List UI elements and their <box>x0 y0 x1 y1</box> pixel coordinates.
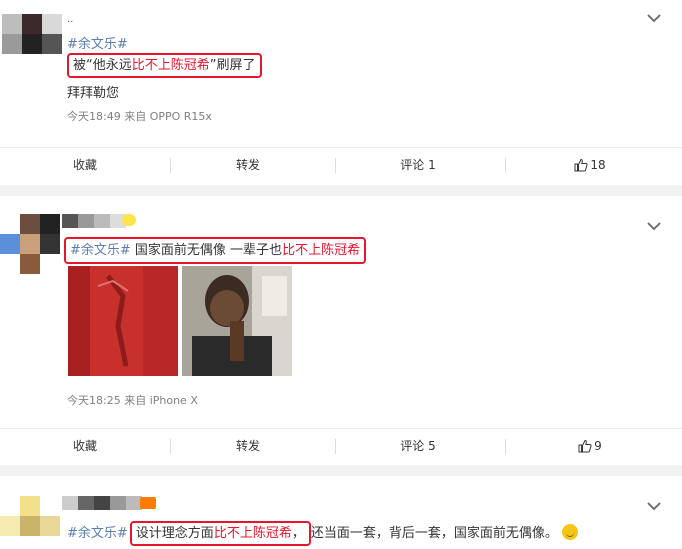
highlight-box: 设计理念方面比不上陈冠希， <box>129 521 311 546</box>
highlight-box: #余文乐# 国家面前无偶像 一辈子也比不上陈冠希 <box>64 237 367 264</box>
vip-badge <box>140 497 156 509</box>
text-segment: 被“他永远 <box>73 58 132 73</box>
repost-button[interactable]: 转发 <box>163 429 333 463</box>
hashtag-link[interactable]: #余文乐# <box>70 243 131 258</box>
comment-button[interactable]: 评论 1 <box>333 148 503 182</box>
action-bar: 收藏 转发 评论 1 18 <box>0 147 682 182</box>
like-count: 9 <box>594 439 602 453</box>
post-card-1: .. #余文乐# 被“他永远比不上陈冠希”刷屏了 拜拜勒您 今天18:49 来自… <box>0 0 682 185</box>
text-segment: 还当面一套，背后一套，国家面前无偶像。 <box>310 526 558 541</box>
laughing-emoji-icon <box>562 524 578 540</box>
user-name[interactable] <box>62 496 142 510</box>
hashtag-link[interactable]: #余文乐# <box>67 33 128 52</box>
thumbs-up-icon <box>574 158 588 172</box>
post-image-2[interactable] <box>182 266 292 376</box>
user-name[interactable] <box>62 214 126 228</box>
text-segment: ”刷屏了 <box>209 58 256 73</box>
like-button[interactable]: 9 <box>505 429 675 463</box>
avatar[interactable] <box>0 14 62 56</box>
weibo-feed: .. #余文乐# 被“他永远比不上陈冠希”刷屏了 拜拜勒您 今天18:49 来自… <box>0 0 682 549</box>
text-segment: 设计理念方面 <box>135 526 214 541</box>
chevron-down-icon[interactable] <box>646 498 662 514</box>
post-card-3: #余文乐# 设计理念方面比不上陈冠希， 还当面一套，背后一套，国家面前无偶像。 <box>0 476 682 549</box>
vip-badge <box>122 214 136 226</box>
post-text: #余文乐# 国家面前无偶像 一辈子也比不上陈冠希 <box>64 237 367 264</box>
repost-button[interactable]: 转发 <box>163 148 333 182</box>
favorite-button[interactable]: 收藏 <box>0 429 170 463</box>
comment-button[interactable]: 评论 5 <box>333 429 503 463</box>
post-text: 被“他永远比不上陈冠希”刷屏了 <box>67 53 262 78</box>
chevron-down-icon[interactable] <box>646 218 662 234</box>
thumbs-up-icon <box>578 439 592 453</box>
like-count: 18 <box>590 158 606 172</box>
action-bar: 收藏 转发 评论 5 9 <box>0 428 682 463</box>
avatar[interactable] <box>0 496 62 549</box>
chevron-down-icon[interactable] <box>646 10 662 26</box>
avatar[interactable] <box>0 214 62 274</box>
post-meta: 今天18:25 来自 iPhone X <box>67 394 198 407</box>
highlight-box: 被“他永远比不上陈冠希”刷屏了 <box>67 53 262 78</box>
post-card-2: #余文乐# 国家面前无偶像 一辈子也比不上陈冠希 今天18:25 来自 iPho… <box>0 196 682 465</box>
like-button[interactable]: 18 <box>505 148 675 182</box>
post-text-line2: 拜拜勒您 <box>67 86 120 101</box>
text-segment: ， <box>291 526 305 541</box>
text-segment: 国家面前无偶像 一辈子也 <box>130 243 283 258</box>
image-content <box>182 266 292 376</box>
highlighted-text: 比不上陈冠希 <box>282 243 361 258</box>
post-image-1[interactable] <box>68 266 178 376</box>
hashtag-link[interactable]: #余文乐# <box>67 526 128 541</box>
post-meta: 今天18:49 来自 OPPO R15x <box>67 110 212 123</box>
highlighted-text: 比不上陈冠希 <box>213 526 292 541</box>
favorite-button[interactable]: 收藏 <box>0 148 170 182</box>
user-name[interactable]: .. <box>67 14 73 25</box>
highlighted-text: 比不上陈冠希 <box>131 58 210 73</box>
post-text: #余文乐# 设计理念方面比不上陈冠希， 还当面一套，背后一套，国家面前无偶像。 <box>67 521 578 546</box>
image-content <box>68 266 178 376</box>
